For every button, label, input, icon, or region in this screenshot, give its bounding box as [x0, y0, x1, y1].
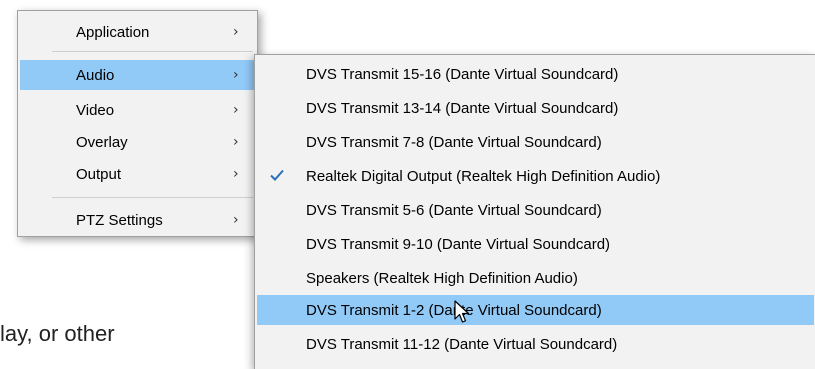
mouse-cursor-icon	[454, 300, 470, 323]
audio-device-item[interactable]: Speakers (Realtek High Definition Audio)	[257, 263, 814, 293]
chevron-right-icon: ›	[233, 67, 239, 83]
audio-device-item-hovered[interactable]: DVS Transmit 1-2 (Dante Virtual Soundcar…	[257, 295, 814, 325]
audio-device-label: DVS Transmit 15-16 (Dante Virtual Soundc…	[306, 65, 619, 83]
menu-item-application[interactable]: Application ›	[20, 17, 255, 47]
menu-item-audio[interactable]: Audio ›	[20, 60, 255, 90]
chevron-right-icon: ›	[233, 24, 239, 40]
audio-device-label: DVS Transmit 13-14 (Dante Virtual Soundc…	[306, 99, 619, 117]
background-document-text: lay, or other	[0, 321, 115, 346]
menu-item-label: Video	[76, 101, 115, 119]
audio-device-label: Speakers (Realtek High Definition Audio)	[306, 269, 578, 287]
audio-submenu: DVS Transmit 15-16 (Dante Virtual Soundc…	[254, 54, 815, 369]
audio-device-item[interactable]: DVS Transmit 13-14 (Dante Virtual Soundc…	[257, 93, 814, 123]
chevron-right-icon: ›	[233, 212, 239, 228]
audio-device-item[interactable]: DVS Transmit 5-6 (Dante Virtual Soundcar…	[257, 195, 814, 225]
audio-device-label: DVS Transmit 9-10 (Dante Virtual Soundca…	[306, 235, 611, 253]
context-menu: Application › Audio › Video › Overlay › …	[17, 10, 258, 237]
chevron-right-icon: ›	[233, 166, 239, 182]
chevron-right-icon: ›	[233, 134, 239, 150]
audio-device-item-selected[interactable]: Realtek Digital Output (Realtek High Def…	[257, 161, 814, 191]
menu-item-overlay[interactable]: Overlay ›	[20, 127, 255, 157]
menu-item-label: PTZ Settings	[76, 211, 163, 229]
checkmark-icon	[270, 169, 284, 181]
menu-item-label: Audio	[76, 66, 115, 84]
audio-device-item[interactable]: DVS Transmit 9-10 (Dante Virtual Soundca…	[257, 229, 814, 259]
menu-separator	[52, 197, 253, 198]
menu-item-label: Application	[76, 23, 150, 41]
menu-item-label: Output	[76, 165, 122, 183]
audio-device-label: Realtek Digital Output (Realtek High Def…	[306, 167, 661, 185]
audio-device-item[interactable]: DVS Transmit 7-8 (Dante Virtual Soundcar…	[257, 127, 814, 157]
chevron-right-icon: ›	[233, 102, 239, 118]
menu-separator	[52, 51, 253, 52]
audio-device-label: DVS Transmit 5-6 (Dante Virtual Soundcar…	[306, 201, 602, 219]
menu-item-output[interactable]: Output ›	[20, 159, 255, 189]
audio-device-label: DVS Transmit 7-8 (Dante Virtual Soundcar…	[306, 133, 602, 151]
menu-item-ptz-settings[interactable]: PTZ Settings ›	[20, 205, 255, 235]
audio-device-item[interactable]: DVS Transmit 15-16 (Dante Virtual Soundc…	[257, 59, 814, 89]
menu-item-video[interactable]: Video ›	[20, 95, 255, 125]
audio-device-item[interactable]: DVS Transmit 11-12 (Dante Virtual Soundc…	[257, 329, 814, 359]
menu-item-label: Overlay	[76, 133, 128, 151]
audio-device-label: DVS Transmit 11-12 (Dante Virtual Soundc…	[306, 335, 618, 353]
